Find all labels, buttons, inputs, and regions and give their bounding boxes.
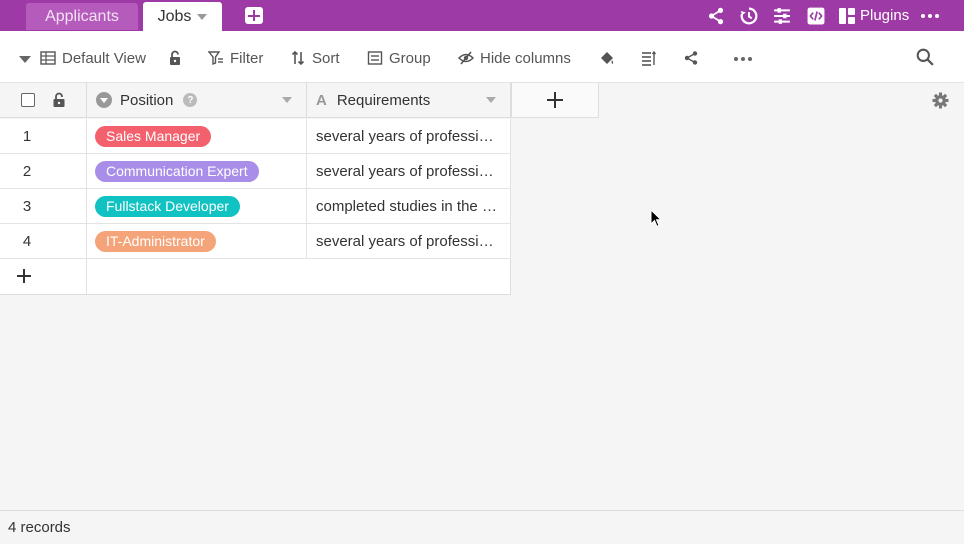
- requirements-text: several years of professional experience: [316, 163, 498, 180]
- search-button[interactable]: [916, 47, 940, 67]
- table-icon: [40, 51, 56, 65]
- add-row-cell[interactable]: [0, 259, 87, 294]
- sort-icon: [291, 50, 305, 66]
- table-row[interactable]: 2 Communication Expert several years of …: [0, 154, 511, 189]
- view-toolbar: Default View Filter Sort Group Hide colu…: [0, 31, 964, 83]
- tab-applicants-label: Applicants: [45, 7, 119, 25]
- group-icon: [367, 51, 383, 65]
- add-table-button[interactable]: [245, 7, 263, 24]
- position-tag: Communication Expert: [95, 161, 259, 182]
- sort-button[interactable]: Sort: [290, 48, 340, 68]
- position-tag: IT-Administrator: [95, 231, 216, 252]
- chevron-down-icon[interactable]: [197, 13, 208, 20]
- position-cell[interactable]: Fullstack Developer: [87, 189, 307, 224]
- text-type-icon: A: [316, 91, 327, 109]
- mouse-cursor-icon: [650, 209, 662, 228]
- plugins-icon: [839, 7, 855, 24]
- filter-icon: [208, 51, 223, 66]
- plus-icon: [17, 269, 31, 283]
- plugins-label: Plugins: [860, 7, 910, 24]
- index-column-header: [0, 83, 87, 118]
- more-icon[interactable]: [921, 14, 939, 18]
- record-count: 4 records: [8, 519, 71, 536]
- plus-icon: [547, 92, 563, 108]
- gear-icon[interactable]: [932, 92, 949, 109]
- single-select-icon: [96, 92, 112, 108]
- hide-columns-label: Hide columns: [480, 49, 571, 67]
- requirements-cell[interactable]: several years of professional experience: [307, 154, 511, 189]
- column-title-requirements: Requirements: [336, 91, 431, 109]
- sliders-icon[interactable]: [772, 6, 791, 25]
- share-icon: [684, 51, 698, 65]
- status-bar: 4 records: [0, 510, 964, 544]
- hide-columns-button[interactable]: Hide columns: [458, 48, 571, 68]
- table-row[interactable]: 4 IT-Administrator several years of prof…: [0, 224, 511, 259]
- more-icon[interactable]: [734, 57, 752, 61]
- filter-label: Filter: [230, 49, 264, 67]
- row-color-button[interactable]: [599, 48, 621, 68]
- add-row-button[interactable]: [0, 259, 511, 295]
- code-icon[interactable]: [806, 6, 825, 25]
- row-index: 1: [0, 119, 87, 154]
- view-label: Default View: [62, 49, 146, 67]
- search-icon: [916, 48, 934, 66]
- position-tag: Fullstack Developer: [95, 196, 240, 217]
- requirements-cell[interactable]: completed studies in the field: [307, 189, 511, 224]
- lock-icon: [170, 50, 180, 65]
- position-tag: Sales Manager: [95, 126, 212, 147]
- eye-off-icon: [458, 51, 474, 65]
- column-header-requirements[interactable]: A Requirements: [307, 83, 511, 118]
- table-row[interactable]: 3 Fullstack Developer completed studies …: [0, 189, 511, 224]
- share-icon[interactable]: [706, 6, 725, 25]
- filter-button[interactable]: Filter: [208, 48, 263, 68]
- row-index: 4: [0, 224, 87, 259]
- paint-bucket-icon: [601, 52, 614, 64]
- requirements-text: several years of professional experience: [316, 128, 498, 145]
- row-height-icon: [642, 50, 657, 66]
- row-height-button[interactable]: [641, 48, 663, 68]
- tab-jobs-label: Jobs: [157, 7, 192, 25]
- select-all-checkbox[interactable]: [21, 93, 35, 107]
- tab-jobs[interactable]: Jobs: [143, 2, 222, 31]
- row-index: 2: [0, 154, 87, 189]
- requirements-text: several years of professional experience: [316, 233, 498, 250]
- share-view-button[interactable]: [683, 48, 705, 68]
- requirements-cell[interactable]: several years of professional experience: [307, 224, 511, 259]
- history-icon[interactable]: [739, 6, 758, 25]
- column-header-position[interactable]: Position ?: [87, 83, 307, 118]
- table-row[interactable]: 1 Sales Manager several years of profess…: [0, 119, 511, 154]
- chevron-down-icon[interactable]: [486, 97, 496, 103]
- table-tab-bar: Applicants Jobs Plugins: [0, 0, 964, 31]
- position-cell[interactable]: IT-Administrator: [87, 224, 307, 259]
- row-index: 3: [0, 189, 87, 224]
- position-cell[interactable]: Communication Expert: [87, 154, 307, 189]
- group-button[interactable]: Group: [367, 48, 431, 68]
- tab-applicants[interactable]: Applicants: [26, 3, 138, 30]
- lock-view-button[interactable]: [167, 48, 189, 68]
- lock-icon[interactable]: [52, 92, 66, 108]
- requirements-text: completed studies in the field: [316, 198, 498, 215]
- view-selector[interactable]: Default View: [40, 48, 146, 68]
- group-label: Group: [389, 49, 431, 67]
- column-title-position: Position: [120, 91, 174, 109]
- help-icon[interactable]: ?: [183, 93, 198, 107]
- sort-label: Sort: [312, 49, 340, 67]
- chevron-down-icon[interactable]: [282, 97, 292, 103]
- chevron-down-icon[interactable]: [19, 56, 31, 63]
- position-cell[interactable]: Sales Manager: [87, 119, 307, 154]
- plugins-button[interactable]: Plugins: [839, 5, 909, 26]
- requirements-cell[interactable]: several years of professional experience: [307, 119, 511, 154]
- add-column-button[interactable]: [511, 83, 599, 118]
- data-grid: Position ? A Requirements 1 Sales Manage…: [0, 83, 964, 510]
